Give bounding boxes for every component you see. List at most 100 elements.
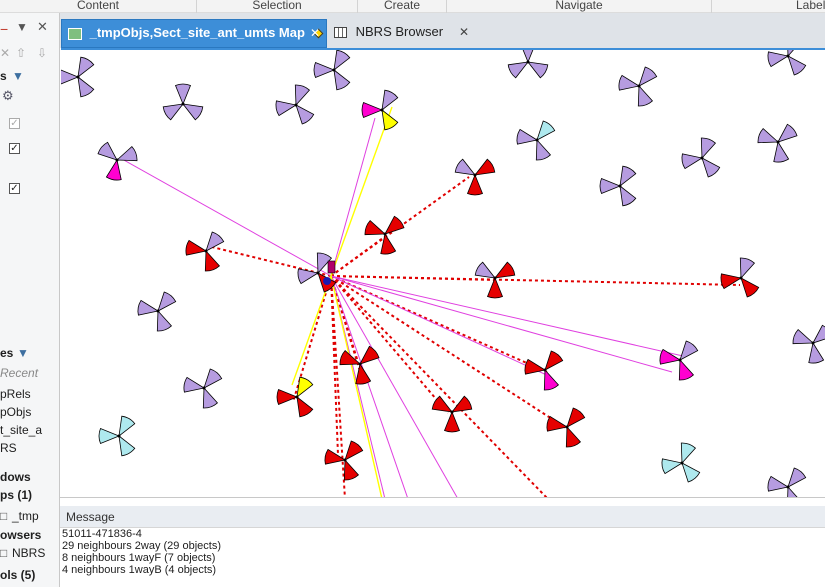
site-marker[interactable] [776, 140, 780, 144]
table-item[interactable]: t_site_a [0, 423, 42, 437]
site-marker[interactable] [811, 341, 815, 345]
antenna-sector[interactable] [333, 69, 351, 91]
antenna-sector[interactable] [355, 362, 372, 385]
antenna-sector[interactable] [364, 220, 387, 236]
collapse-icon[interactable]: ▼ [12, 69, 24, 83]
site-marker[interactable] [295, 395, 299, 399]
antenna-sector[interactable] [174, 83, 192, 106]
section-header-windows[interactable]: dows [0, 470, 31, 484]
antenna-sector[interactable] [787, 55, 807, 76]
antenna-sector[interactable] [680, 442, 696, 465]
site-marker[interactable] [156, 309, 160, 313]
antenna-sector[interactable] [661, 458, 684, 475]
layer-checkbox[interactable]: ✓ [9, 118, 20, 129]
antenna-sector[interactable] [185, 239, 208, 256]
antenna-sector[interactable] [313, 61, 336, 79]
site-marker[interactable] [543, 368, 547, 372]
antenna-sector[interactable] [701, 157, 721, 178]
neighbour-link[interactable] [330, 275, 458, 497]
site-marker[interactable] [565, 425, 569, 429]
site-marker[interactable] [526, 60, 530, 64]
antenna-sector[interactable] [521, 50, 536, 64]
antenna-sector[interactable] [361, 101, 384, 119]
antenna-sector[interactable] [183, 376, 206, 393]
site-marker[interactable] [473, 173, 477, 177]
close-tab-icon[interactable]: ✕ [310, 20, 320, 46]
neighbour-link[interactable] [330, 117, 376, 277]
antenna-sector[interactable] [381, 89, 399, 111]
antenna-sector[interactable] [162, 103, 184, 121]
antenna-sector[interactable] [678, 358, 694, 381]
site-marker[interactable] [680, 461, 684, 465]
antenna-sector[interactable] [156, 309, 172, 332]
antenna-sector[interactable] [543, 368, 559, 391]
selected-site-pin[interactable] [327, 260, 336, 274]
layer-checkbox[interactable]: ✓ [9, 183, 20, 194]
antenna-sector[interactable] [295, 104, 315, 125]
site-marker[interactable] [115, 158, 119, 162]
layer-tools-icon[interactable]: ⚙ [2, 88, 14, 104]
site-marker[interactable] [786, 485, 790, 489]
site-marker[interactable] [618, 184, 622, 188]
recent-item[interactable]: Recent [0, 366, 38, 380]
antenna-sector[interactable] [204, 249, 220, 272]
map-view[interactable] [61, 48, 825, 497]
neighbour-link[interactable] [330, 275, 673, 373]
antenna-sector[interactable] [115, 146, 138, 162]
antenna-sector[interactable] [637, 84, 653, 107]
antenna-sector[interactable] [275, 100, 298, 117]
antenna-sector[interactable] [486, 276, 504, 299]
browser-window-item[interactable]: NBRS [12, 546, 45, 560]
antenna-sector[interactable] [618, 74, 641, 91]
neighbour-link[interactable] [330, 275, 684, 357]
antenna-sector[interactable] [359, 345, 380, 365]
site-marker[interactable] [739, 276, 743, 280]
site-marker[interactable] [383, 232, 387, 236]
antenna-sector[interactable] [474, 261, 496, 279]
antenna-sector[interactable] [384, 215, 405, 235]
antenna-sector[interactable] [787, 50, 801, 58]
close-tab-icon[interactable]: ✕ [459, 19, 469, 45]
map-canvas[interactable] [61, 50, 825, 497]
antenna-sector[interactable] [137, 299, 160, 316]
nav-back-icon[interactable]: ✕ [0, 46, 10, 60]
antenna-sector[interactable] [343, 458, 359, 481]
antenna-sector[interactable] [767, 51, 790, 68]
antenna-sector[interactable] [787, 467, 807, 488]
tab-nbrs-browser[interactable]: NBRS Browser ✕ [328, 19, 478, 48]
neighbour-link[interactable] [330, 275, 449, 414]
antenna-sector[interactable] [118, 415, 136, 437]
antenna-sector[interactable] [294, 84, 310, 107]
site-marker[interactable] [450, 410, 454, 414]
antenna-sector[interactable] [681, 462, 701, 483]
panel-pin-icon[interactable]: − [0, 21, 8, 37]
map-window-item[interactable]: _tmp [12, 509, 39, 523]
antenna-sector[interactable] [524, 358, 547, 375]
antenna-sector[interactable] [681, 153, 704, 170]
pin-icon[interactable]: ▼ [16, 20, 28, 34]
antenna-sector[interactable] [157, 291, 177, 312]
neighbour-link[interactable] [121, 158, 332, 277]
antenna-sector[interactable] [105, 158, 122, 181]
antenna-sector[interactable] [659, 348, 682, 365]
antenna-sector[interactable] [296, 376, 314, 398]
antenna-sector[interactable] [619, 185, 637, 207]
antenna-sector[interactable] [777, 123, 798, 143]
table-item[interactable]: pObjs [0, 405, 31, 419]
site-marker[interactable] [181, 102, 185, 106]
antenna-sector[interactable] [739, 257, 755, 280]
antenna-sector[interactable] [544, 350, 564, 371]
site-marker[interactable] [204, 249, 208, 253]
tab-map[interactable]: _tmpObjs,Sect_site_ant_umts Map ✕ [61, 19, 327, 48]
antenna-sector[interactable] [344, 440, 364, 461]
site-marker[interactable] [786, 54, 790, 58]
antenna-sector[interactable] [808, 341, 825, 364]
site-marker[interactable] [316, 271, 320, 275]
nav-down-icon[interactable]: ⇩ [37, 46, 47, 60]
site-marker[interactable] [535, 138, 539, 142]
antenna-sector[interactable] [333, 50, 351, 71]
antenna-sector[interactable] [516, 128, 539, 145]
antenna-sector[interactable] [296, 396, 314, 418]
antenna-sector[interactable] [205, 231, 225, 252]
antenna-sector[interactable] [565, 425, 581, 448]
